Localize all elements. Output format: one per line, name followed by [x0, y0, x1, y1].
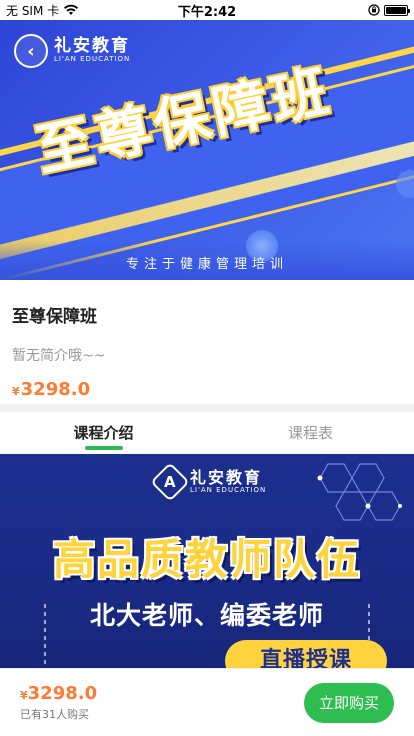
- course-intro-poster: A 礼安教育 LI'AN EDUCATION 高品质教师队伍 北大老师、编委老师…: [0, 454, 414, 668]
- poster-headline: 高品质教师队伍: [52, 535, 361, 584]
- poster-brand-name-en: LI'AN EDUCATION: [190, 485, 267, 494]
- poster-pill: 直播授课: [225, 640, 387, 668]
- tab-schedule[interactable]: 课程表: [207, 412, 414, 454]
- purchase-bar: ¥3298.0 已有31人购买 立即购买: [0, 668, 414, 736]
- footer-price: ¥3298.0: [20, 683, 97, 704]
- course-price: ¥3298.0: [12, 379, 402, 400]
- course-name: 至尊保障班: [12, 307, 97, 327]
- brand-name: 礼安教育: [54, 36, 130, 57]
- buy-now-button[interactable]: 立即购买: [304, 682, 394, 723]
- currency-symbol: ¥: [12, 385, 20, 398]
- footer-price-value: 3298.0: [27, 683, 98, 704]
- tab-label: 课程介绍: [73, 424, 134, 442]
- chevron-left-icon: ‹: [27, 40, 35, 62]
- poster-logo: A 礼安教育 LI'AN EDUCATION: [150, 462, 267, 502]
- tab-bar: 课程介绍 课程表: [0, 412, 414, 454]
- purchase-info: ¥3298.0 已有31人购买: [20, 683, 97, 722]
- tab-course-intro[interactable]: 课程介绍: [0, 412, 207, 454]
- back-button[interactable]: ‹: [14, 34, 48, 68]
- hero-logo: ‹ 礼安教育 LI'AN EDUCATION: [14, 34, 130, 68]
- poster-brand-name: 礼安教育: [190, 467, 263, 487]
- poster-subline: 北大老师、编委老师: [89, 601, 324, 630]
- brand-mark-icon: A: [150, 462, 190, 502]
- status-time: 下午2:42: [177, 4, 237, 20]
- brand-name-en: LI'AN EDUCATION: [54, 55, 131, 64]
- course-detail-page: 无 SIM 卡 下午2:42 ‹ 礼安教育 LI'AN EDUCATION 至尊…: [0, 0, 414, 736]
- tab-indicator: [84, 446, 123, 450]
- decor-circle: [396, 170, 414, 198]
- hero-banner: ‹ 礼安教育 LI'AN EDUCATION 至尊保障班 专注于健康管理培训: [0, 20, 414, 280]
- price-value: 3298.0: [20, 379, 91, 400]
- hexagon-network-decoration: [317, 463, 402, 521]
- battery-icon: [384, 4, 410, 16]
- tab-label: 课程表: [287, 424, 333, 442]
- hero-slogan: 专注于健康管理培训: [125, 257, 288, 272]
- status-bar: 无 SIM 卡 下午2:42: [0, 0, 414, 20]
- course-info: 至尊保障班 暂无简介哦~~ ¥3298.0: [0, 280, 414, 404]
- course-description: 暂无简介哦~~: [12, 348, 106, 364]
- currency-symbol: ¥: [20, 689, 28, 702]
- purchase-count: 已有31人购买: [20, 708, 89, 721]
